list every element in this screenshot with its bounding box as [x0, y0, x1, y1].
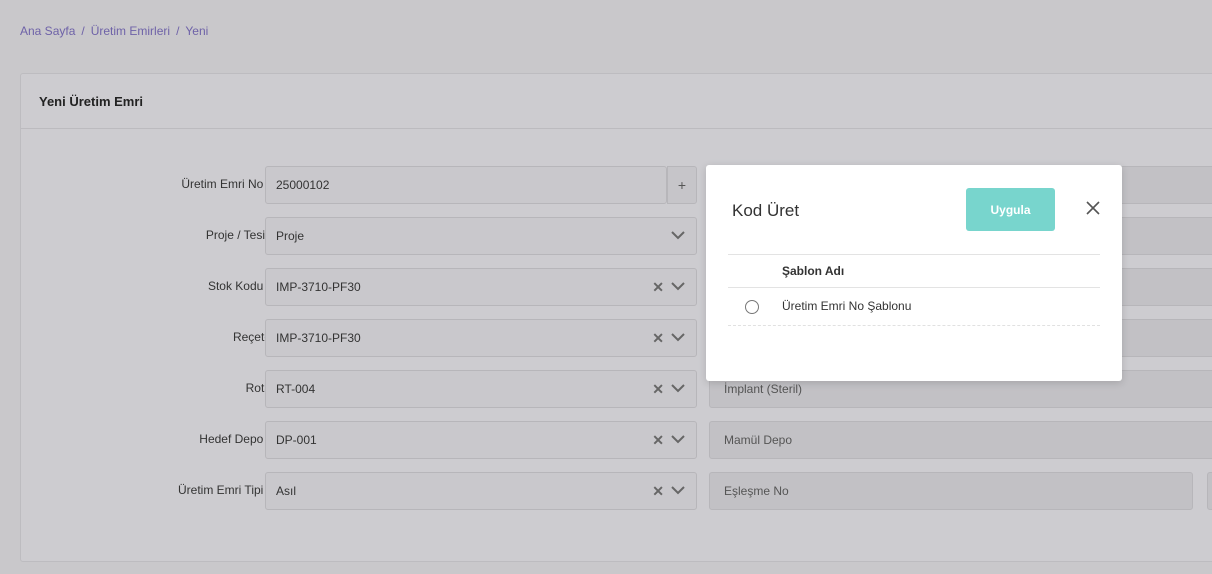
modal-title: Kod Üret	[732, 201, 800, 220]
production-order-no-input[interactable]: 25000102	[265, 166, 667, 204]
template-name-column-header: Şablon Adı	[728, 254, 1100, 288]
breadcrumb-separator: /	[81, 24, 85, 38]
route-value: RT-004	[276, 382, 316, 396]
project-value: Proje	[276, 229, 305, 243]
route-select[interactable]: RT-004 ✕	[265, 370, 697, 408]
radio-button[interactable]	[745, 300, 759, 314]
close-icon[interactable]	[1084, 199, 1102, 217]
chevron-down-icon[interactable]	[670, 380, 686, 396]
clear-icon[interactable]: ✕	[652, 381, 664, 398]
recipe-select[interactable]: IMP-3710-PF30 ✕	[265, 319, 697, 357]
clear-icon[interactable]: ✕	[652, 279, 664, 296]
apply-button[interactable]: Uygula	[966, 188, 1055, 231]
row-target-warehouse: Hedef Depo* DP-001 ✕ Mamül Depo	[21, 421, 1212, 459]
project-select[interactable]: Proje	[265, 217, 697, 255]
order-type-select[interactable]: Asıl ✕	[265, 472, 697, 510]
template-name: Üretim Emri No Şablonu	[782, 299, 912, 313]
chevron-down-icon[interactable]	[670, 278, 686, 294]
stock-code-value: IMP-3710-PF30	[276, 280, 361, 294]
stock-code-label: Stok Kodu*	[208, 279, 271, 293]
recipe-value: IMP-3710-PF30	[276, 331, 361, 345]
breadcrumb-home[interactable]: Ana Sayfa	[20, 24, 75, 38]
breadcrumb-current: Yeni	[185, 24, 209, 38]
target-warehouse-label: Hedef Depo*	[199, 432, 271, 446]
clear-icon[interactable]: ✕	[652, 483, 664, 500]
target-warehouse-select[interactable]: DP-001 ✕	[265, 421, 697, 459]
order-type-value: Asıl	[276, 484, 297, 498]
chevron-down-icon[interactable]	[670, 227, 686, 243]
order-type-extra-field[interactable]	[1207, 472, 1212, 510]
chevron-down-icon[interactable]	[670, 329, 686, 345]
order-type-label: Üretim Emri Tipi*	[178, 483, 271, 497]
target-warehouse-description: Mamül Depo	[709, 421, 1212, 459]
breadcrumb: Ana Sayfa / Üretim Emirleri / Yeni	[20, 24, 208, 38]
row-order-type: Üretim Emri Tipi* Asıl ✕ Eşleşme No	[21, 472, 1212, 510]
match-no-input[interactable]: Eşleşme No	[709, 472, 1193, 510]
chevron-down-icon[interactable]	[670, 482, 686, 498]
breadcrumb-separator: /	[176, 24, 180, 38]
template-table: Şablon Adı Üretim Emri No Şablonu	[728, 254, 1100, 326]
generate-code-modal: Kod Üret Uygula Şablon Adı Üretim Emri N…	[706, 165, 1122, 381]
clear-icon[interactable]: ✕	[652, 432, 664, 449]
project-label: Proje / Tesis	[205, 228, 271, 242]
table-row[interactable]: Üretim Emri No Şablonu	[728, 288, 1100, 326]
chevron-down-icon[interactable]	[670, 431, 686, 447]
breadcrumb-production-orders[interactable]: Üretim Emirleri	[91, 24, 170, 38]
clear-icon[interactable]: ✕	[652, 330, 664, 347]
stock-code-select[interactable]: IMP-3710-PF30 ✕	[265, 268, 697, 306]
target-warehouse-value: DP-001	[276, 433, 317, 447]
add-code-button[interactable]: +	[667, 166, 697, 204]
production-order-no-label: Üretim Emri No*	[181, 177, 271, 191]
card-title: Yeni Üretim Emri	[21, 74, 1212, 129]
